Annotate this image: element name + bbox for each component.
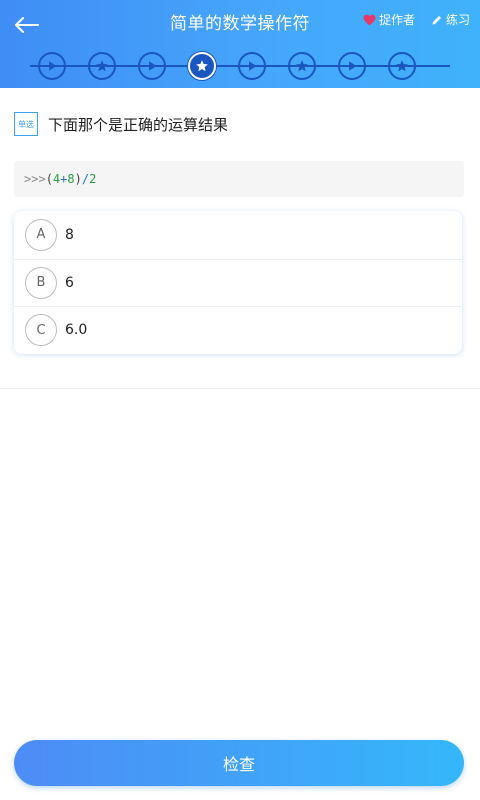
code-block: >>> (4 + 8) / 2 xyxy=(14,161,464,197)
code-paren-close: ) xyxy=(74,172,82,186)
code-op-divide: / xyxy=(81,172,90,186)
play-icon xyxy=(49,61,57,71)
play-icon xyxy=(249,61,257,71)
progress-step-5[interactable] xyxy=(238,52,266,80)
progress-step-3[interactable] xyxy=(138,52,166,80)
author-button[interactable]: 捉作者 xyxy=(363,11,415,28)
star-icon xyxy=(96,60,108,72)
option-b[interactable]: B 6 xyxy=(14,258,462,307)
option-text: 6.0 xyxy=(65,322,88,339)
answer-options: A 8 B 6 C 6.0 xyxy=(14,211,462,354)
play-icon xyxy=(149,61,157,71)
question-row: 单选 下面那个是正确的运算结果 xyxy=(14,112,464,136)
option-letter: A xyxy=(25,218,57,251)
question-text: 下面那个是正确的运算结果 xyxy=(48,115,229,134)
check-button[interactable]: 检查 xyxy=(14,740,464,786)
practice-label: 练习 xyxy=(445,13,470,27)
star-icon xyxy=(396,60,408,72)
practice-button[interactable]: 练习 xyxy=(431,11,470,28)
star-icon xyxy=(196,60,208,72)
play-icon xyxy=(349,61,357,71)
code-paren-open: ( xyxy=(45,172,53,186)
option-text: 6 xyxy=(65,274,74,291)
progress-step-8[interactable] xyxy=(388,52,416,80)
code-prompt: >>> xyxy=(24,172,46,186)
option-a[interactable]: A 8 xyxy=(14,211,462,259)
star-icon xyxy=(296,60,308,72)
author-label: 捉作者 xyxy=(378,13,415,27)
header-actions: 捉作者 练习 xyxy=(363,11,470,28)
code-op-plus: + xyxy=(60,172,68,186)
pencil-icon xyxy=(432,15,441,24)
option-text: 8 xyxy=(65,226,74,243)
question-type-badge: 单选 xyxy=(14,112,38,136)
progress-step-7[interactable] xyxy=(338,52,366,80)
app-header: 简单的数学操作符 捉作者 练习 xyxy=(0,0,480,88)
progress-step-6[interactable] xyxy=(288,52,316,80)
progress-step-2[interactable] xyxy=(88,52,116,80)
code-num-2: 8 xyxy=(67,172,75,186)
lesson-progress xyxy=(0,44,480,88)
section-divider xyxy=(0,388,480,389)
progress-step-1[interactable] xyxy=(38,52,66,80)
option-letter: C xyxy=(25,314,57,347)
option-c[interactable]: C 6.0 xyxy=(14,306,462,354)
code-num-3: 2 xyxy=(89,172,97,186)
option-letter: B xyxy=(25,266,57,299)
heart-icon xyxy=(363,14,376,25)
progress-step-4[interactable] xyxy=(188,52,216,80)
code-num-1: 4 xyxy=(52,172,61,186)
